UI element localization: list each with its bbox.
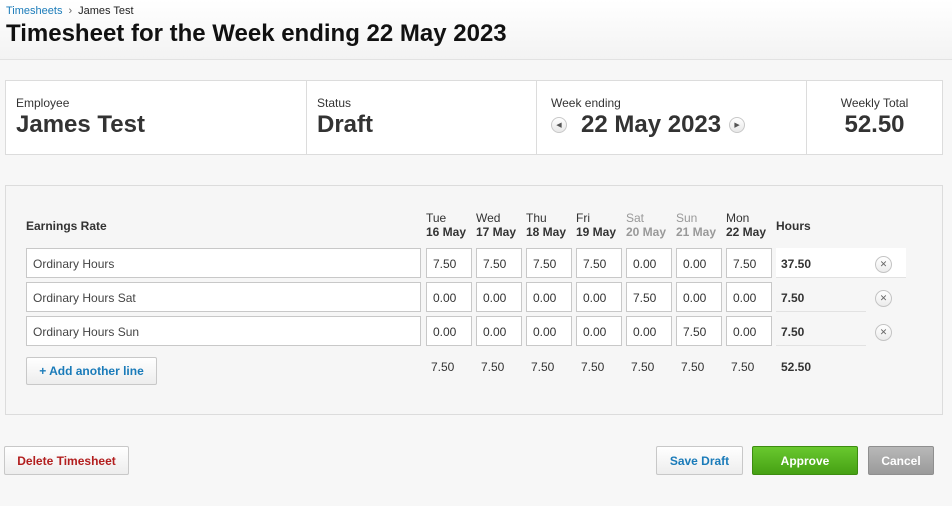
hours-input-mon[interactable]: 7.50: [726, 248, 772, 278]
row-hours-total: 7.50: [776, 316, 866, 346]
hours-input-thu[interactable]: 7.50: [526, 248, 572, 278]
next-week-icon[interactable]: ▶: [729, 117, 746, 133]
day-total-wed: 7.50: [481, 360, 505, 374]
breadcrumb-separator: ›: [68, 5, 73, 17]
hours-input-fri[interactable]: 7.50: [576, 248, 622, 278]
day-total-tue: 7.50: [431, 360, 455, 374]
day-date: 20 May: [626, 225, 667, 239]
hours-input-wed[interactable]: 0.00: [476, 316, 522, 346]
hours-input-sat[interactable]: 0.00: [626, 248, 672, 278]
employee-cell: Employee James Test: [6, 81, 307, 154]
row-hours-total: 7.50: [776, 282, 866, 312]
hours-input-thu[interactable]: 0.00: [526, 316, 572, 346]
day-header-sat: Sat 20 May: [626, 211, 666, 239]
timesheet-summary: Employee James Test Status Draft Week en…: [5, 80, 943, 155]
day-total-mon: 7.50: [731, 360, 755, 374]
earnings-rate-field[interactable]: Ordinary Hours Sat: [26, 282, 421, 312]
weekly-total-value: 52.50: [844, 111, 905, 138]
day-header-thu: Thu 18 May: [526, 211, 566, 239]
hours-input-wed[interactable]: 7.50: [476, 248, 522, 278]
day-date: 22 May: [726, 225, 767, 239]
week-ending-label: Week ending: [551, 96, 621, 110]
earnings-rate-header: Earnings Rate: [26, 219, 107, 233]
day-name: Fri: [576, 211, 590, 225]
hours-input-tue[interactable]: 7.50: [426, 248, 472, 278]
day-date: 16 May: [426, 225, 467, 239]
hours-header: Hours: [776, 219, 811, 233]
employee-label: Employee: [16, 96, 70, 110]
status-cell: Status Draft: [307, 81, 537, 154]
day-name: Sun: [676, 211, 698, 225]
page-title: Timesheet for the Week ending 22 May 202…: [6, 20, 507, 47]
delete-timesheet-button[interactable]: Delete Timesheet: [4, 446, 129, 475]
timesheet-grid: Earnings Rate Tue 16 May Wed 17 May Thu 18 …: [5, 185, 943, 415]
hours-input-fri[interactable]: 0.00: [576, 316, 622, 346]
day-date: 19 May: [576, 225, 617, 239]
day-date: 17 May: [476, 225, 517, 239]
add-another-line-button[interactable]: + Add another line: [26, 357, 157, 385]
hours-input-mon[interactable]: 0.00: [726, 282, 772, 312]
save-draft-button[interactable]: Save Draft: [656, 446, 743, 475]
week-ending-cell: Week ending ◀ 22 May 2023 ▶: [537, 81, 807, 154]
day-name: Mon: [726, 211, 750, 225]
delete-row-icon[interactable]: ✕: [875, 256, 892, 273]
hours-input-sat[interactable]: 7.50: [626, 282, 672, 312]
hours-input-tue[interactable]: 0.00: [426, 316, 472, 346]
weekly-total-label: Weekly Total: [840, 96, 909, 110]
day-name: Thu: [526, 211, 547, 225]
employee-name: James Test: [16, 111, 145, 138]
hours-input-mon[interactable]: 0.00: [726, 316, 772, 346]
hours-input-sun[interactable]: 7.50: [676, 316, 722, 346]
status-value: Draft: [317, 111, 374, 138]
delete-row-icon[interactable]: ✕: [875, 290, 892, 307]
day-name: Wed: [476, 211, 501, 225]
approve-button[interactable]: Approve: [752, 446, 858, 475]
day-total-thu: 7.50: [531, 360, 555, 374]
breadcrumb-timesheets-link[interactable]: Timesheets: [6, 5, 62, 17]
day-header-sun: Sun 21 May: [676, 211, 716, 239]
page-header: Timesheets › James Test Timesheet for the …: [0, 0, 952, 60]
day-total-fri: 7.50: [581, 360, 605, 374]
day-date: 21 May: [676, 225, 717, 239]
hours-input-sun[interactable]: 0.00: [676, 248, 722, 278]
hours-input-sat[interactable]: 0.00: [626, 316, 672, 346]
hours-input-sun[interactable]: 0.00: [676, 282, 722, 312]
earnings-rate-field[interactable]: Ordinary Hours Sun: [26, 316, 421, 346]
day-name: Tue: [426, 211, 447, 225]
weekly-total-cell: Weekly Total 52.50: [807, 81, 942, 154]
day-header-tue: Tue 16 May: [426, 211, 466, 239]
cancel-button[interactable]: Cancel: [868, 446, 934, 475]
day-total-sun: 7.50: [681, 360, 705, 374]
delete-row-icon[interactable]: ✕: [875, 324, 892, 341]
breadcrumb: Timesheets › James Test: [6, 5, 134, 17]
hours-input-thu[interactable]: 0.00: [526, 282, 572, 312]
breadcrumb-current: James Test: [78, 5, 134, 17]
status-label: Status: [317, 96, 352, 110]
day-header-fri: Fri 19 May: [576, 211, 616, 239]
previous-week-icon[interactable]: ◀: [551, 117, 567, 133]
day-header-wed: Wed 17 May: [476, 211, 516, 239]
week-ending-value: 22 May 2023: [581, 111, 722, 138]
day-total-sat: 7.50: [631, 360, 655, 374]
day-name: Sat: [626, 211, 645, 225]
grand-total: 52.50: [781, 360, 812, 374]
hours-input-fri[interactable]: 0.00: [576, 282, 622, 312]
hours-input-tue[interactable]: 0.00: [426, 282, 472, 312]
hours-input-wed[interactable]: 0.00: [476, 282, 522, 312]
earnings-rate-field[interactable]: Ordinary Hours: [26, 248, 421, 278]
day-date: 18 May: [526, 225, 567, 239]
day-header-mon: Mon 22 May: [726, 211, 766, 239]
